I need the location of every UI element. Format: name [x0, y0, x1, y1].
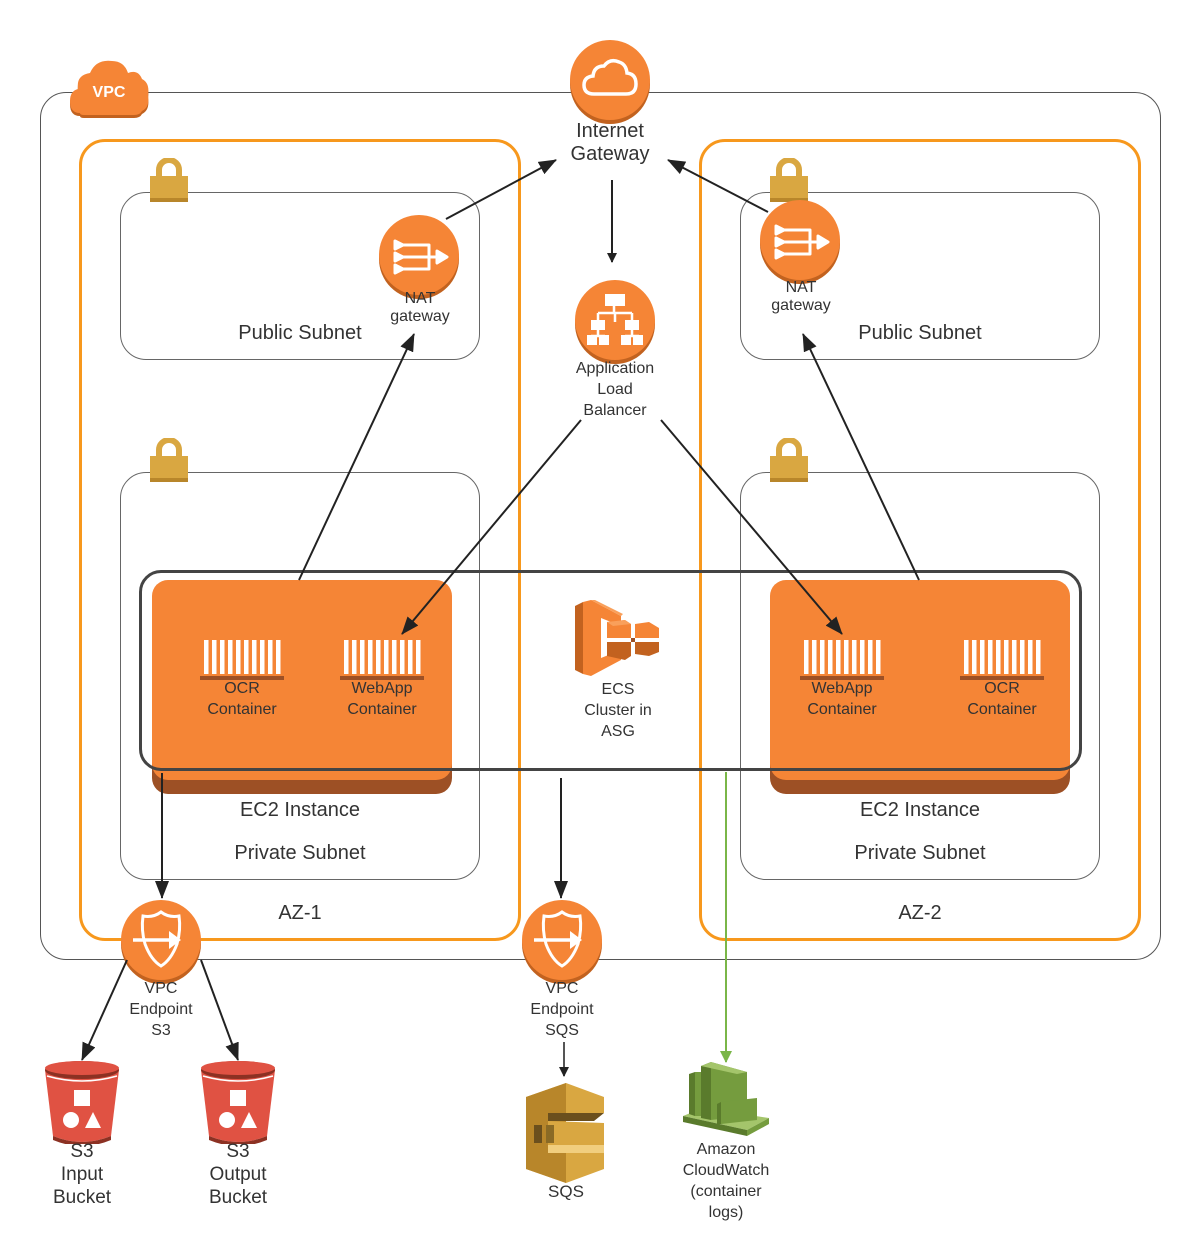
container-label: OCR Container: [182, 678, 302, 720]
container-label: WebApp Container: [322, 678, 442, 720]
nat-gateway-az2-line2: gateway: [771, 297, 831, 315]
internet-gateway-label-line2: Gateway: [570, 143, 650, 165]
lock-icon: [769, 437, 809, 482]
load-balancer-icon: [575, 280, 655, 360]
az-2-label: AZ-2: [898, 902, 942, 924]
vpc-endpoint-s3-line3: S3: [151, 1022, 171, 1039]
container-label-line2: Container: [807, 701, 877, 718]
nat-gateway-az2-label: NAT gateway: [751, 279, 851, 316]
container-label-line2: Container: [347, 701, 417, 718]
private-subnet-az1-label: Private Subnet: [234, 842, 366, 864]
s3-output-line1: S3: [226, 1141, 250, 1162]
internet-gateway-icon: [570, 40, 650, 120]
vpc-endpoint-sqs-line3: SQS: [545, 1022, 579, 1039]
vpc-endpoint-sqs-label: VPC Endpoint SQS: [502, 978, 622, 1041]
load-balancer-line2: Load: [597, 381, 633, 398]
cloudwatch-line4: logs): [708, 1204, 744, 1221]
lock-icon: [149, 157, 189, 202]
load-balancer-line3: Balancer: [583, 402, 647, 419]
ec2-instance-az2-label: EC2 Instance: [859, 799, 981, 821]
ecs-line1: ECS: [601, 681, 635, 698]
container-label-line1: OCR: [224, 680, 260, 697]
s3-input-line2: Input: [60, 1164, 104, 1185]
internet-gateway-label: Internet Gateway: [540, 120, 680, 166]
nat-gateway-az2-icon: [760, 200, 840, 280]
vpc-endpoint-sqs-line1: VPC: [545, 980, 579, 997]
vpc-endpoint-s3-icon: [121, 900, 201, 980]
container-label-line1: OCR: [984, 680, 1020, 697]
vpc-endpoint-s3-line1: VPC: [144, 980, 178, 997]
ecs-line3: ASG: [601, 723, 635, 740]
load-balancer-label: Application Load Balancer: [555, 358, 675, 421]
load-balancer-line1: Application: [575, 360, 655, 377]
container-label-line1: WebApp: [811, 680, 873, 697]
cloudwatch-line1: Amazon: [696, 1141, 756, 1158]
nat-gateway-az1-label: NAT gateway: [370, 290, 470, 327]
container-label: WebApp Container: [782, 678, 902, 720]
az-1-label: AZ-1: [278, 902, 322, 924]
container-label-line2: Container: [207, 701, 277, 718]
s3-input-line3: Bucket: [52, 1187, 112, 1208]
internet-gateway-label-line1: Internet: [576, 120, 644, 142]
ec2-instance-az1-label: EC2 Instance: [239, 799, 361, 821]
lock-icon: [149, 437, 189, 482]
s3-output-line3: Bucket: [208, 1187, 268, 1208]
s3-output-line2: Output: [209, 1164, 267, 1185]
nat-gateway-az1-line1: NAT: [404, 290, 436, 307]
s3-input-line1: S3: [70, 1141, 94, 1162]
vpc-endpoint-s3-line2: Endpoint: [129, 1001, 193, 1018]
s3-input-bucket-icon: [43, 1060, 121, 1146]
public-subnet-az2-label: Public Subnet: [858, 322, 982, 344]
cloudwatch-label: Amazon CloudWatch (container logs): [666, 1139, 786, 1223]
vpc-endpoint-sqs-icon: [522, 900, 602, 980]
vpc-endpoint-s3-label: VPC Endpoint S3: [101, 978, 221, 1041]
ecs-line2: Cluster in: [584, 702, 652, 719]
container-label: OCR Container: [942, 678, 1062, 720]
cloudwatch-line2: CloudWatch: [682, 1162, 770, 1179]
sqs-label: SQS: [548, 1182, 584, 1201]
s3-output-bucket-icon: [199, 1060, 277, 1146]
sqs-icon: [526, 1083, 606, 1183]
container-label-line2: Container: [967, 701, 1037, 718]
cloudwatch-icon: [681, 1058, 771, 1138]
nat-gateway-az1-icon: [379, 215, 459, 295]
vpc-endpoint-sqs-line2: Endpoint: [530, 1001, 594, 1018]
container-label-line1: WebApp: [351, 680, 413, 697]
nat-gateway-az1-line2: gateway: [390, 308, 450, 326]
ecs-label: ECS Cluster in ASG: [558, 679, 678, 742]
nat-gateway-az2-line1: NAT: [785, 279, 817, 296]
lock-icon: [769, 157, 809, 202]
vpc-badge-label: VPC: [92, 84, 126, 101]
private-subnet-az2-label: Private Subnet: [854, 842, 986, 864]
vpc-badge: VPC: [66, 58, 152, 120]
cloudwatch-line3: (container: [690, 1183, 762, 1200]
ecs-icon: [573, 598, 663, 678]
s3-input-label: S3 Input Bucket: [32, 1140, 132, 1209]
s3-output-label: S3 Output Bucket: [188, 1140, 288, 1209]
